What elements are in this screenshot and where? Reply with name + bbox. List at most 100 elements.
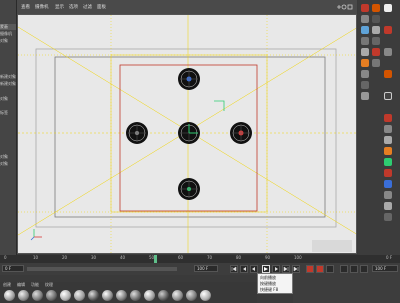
snap-icon[interactable] bbox=[384, 136, 392, 144]
timeline-tick: 40 bbox=[120, 255, 126, 260]
deformer-icon[interactable] bbox=[361, 59, 369, 67]
script-icon[interactable] bbox=[384, 147, 392, 155]
viewport-menu-panel[interactable]: 面板 bbox=[97, 4, 106, 10]
prev-key-button[interactable] bbox=[240, 265, 248, 273]
timeline-tick: 100 bbox=[294, 255, 302, 260]
target-marker bbox=[214, 100, 225, 111]
tooltip-line: 快捷键 F8 bbox=[260, 287, 279, 292]
timeline-tick: 0 bbox=[4, 255, 7, 260]
sphere-icon[interactable] bbox=[361, 15, 369, 23]
end-frame-field[interactable]: 100 F bbox=[194, 265, 218, 272]
timeline-ruler[interactable]: 0 10 20 30 40 50 60 70 80 90 100 0 F bbox=[0, 255, 400, 263]
material-swatch[interactable] bbox=[46, 290, 57, 301]
scale-key-button[interactable] bbox=[350, 265, 358, 273]
object-list-item[interactable]: 蒙蔽 bbox=[0, 24, 16, 30]
select-icon[interactable] bbox=[372, 37, 380, 45]
layer-icon[interactable] bbox=[384, 92, 392, 100]
light-icon[interactable] bbox=[361, 37, 369, 45]
timeline-icon[interactable] bbox=[384, 125, 392, 133]
generator-icon[interactable] bbox=[361, 81, 369, 89]
start-frame-field[interactable]: 0 F bbox=[2, 265, 24, 272]
mograph-icon[interactable] bbox=[384, 169, 392, 177]
keyframe-selection-button[interactable] bbox=[326, 265, 334, 273]
dynamics-icon[interactable] bbox=[384, 180, 392, 188]
camera-icon[interactable] bbox=[361, 26, 369, 34]
material-swatch[interactable] bbox=[74, 290, 85, 301]
record-key-button[interactable] bbox=[306, 265, 314, 273]
object-list-item[interactable]: 对象 bbox=[0, 38, 16, 44]
viewport-nav-icons[interactable] bbox=[335, 3, 353, 11]
transport-bar: 0 F 100 F 100 F bbox=[0, 263, 400, 275]
preview-range-slider[interactable] bbox=[27, 267, 177, 271]
viewport-menu-camera[interactable]: 摄像机 bbox=[35, 4, 49, 10]
object-list-item[interactable]: 对象 bbox=[0, 154, 16, 160]
timeline-tick: 20 bbox=[62, 255, 68, 260]
object-list-item[interactable]: 对象 bbox=[0, 161, 16, 167]
viewport-menubar: 查看 摄像机 显示 选项 过滤 面板 bbox=[17, 0, 357, 14]
material-menu-edit[interactable]: 编辑 bbox=[17, 282, 25, 288]
material-swatch[interactable] bbox=[130, 290, 141, 301]
object-list-item[interactable]: 标签 bbox=[0, 110, 16, 116]
bodypaint-icon[interactable] bbox=[384, 213, 392, 221]
material-swatch[interactable] bbox=[116, 290, 127, 301]
move-icon[interactable] bbox=[372, 4, 380, 12]
viewport-menu-view[interactable]: 查看 bbox=[21, 4, 30, 10]
tag-icon[interactable] bbox=[384, 70, 392, 78]
play-forward-button[interactable] bbox=[262, 265, 270, 273]
render-icon[interactable] bbox=[384, 4, 392, 12]
next-frame-button[interactable] bbox=[272, 265, 280, 273]
material-swatch[interactable] bbox=[60, 290, 71, 301]
play-tooltip: 向前播放 按键播放 快捷键 F8 bbox=[257, 273, 293, 294]
3d-viewport[interactable] bbox=[17, 14, 357, 254]
material-menu-create[interactable]: 创建 bbox=[3, 282, 11, 288]
object-list-item[interactable]: 新建对象 bbox=[0, 81, 16, 87]
spline-icon[interactable] bbox=[361, 70, 369, 78]
playhead[interactable] bbox=[154, 255, 157, 263]
light-center bbox=[178, 122, 200, 144]
material-swatch[interactable] bbox=[18, 290, 29, 301]
settings-icon[interactable] bbox=[384, 48, 392, 56]
material-swatch[interactable] bbox=[200, 290, 211, 301]
null-icon[interactable] bbox=[361, 48, 369, 56]
autokey-button[interactable] bbox=[316, 265, 324, 273]
next-key-button[interactable] bbox=[282, 265, 290, 273]
viewport-menu-filter[interactable]: 过滤 bbox=[83, 4, 92, 10]
material-icon[interactable] bbox=[384, 26, 392, 34]
timeline-tick: 90 bbox=[265, 255, 271, 260]
sketch-icon[interactable] bbox=[384, 202, 392, 210]
plugin-icon[interactable] bbox=[384, 158, 392, 166]
axis-gizmo bbox=[30, 229, 42, 241]
environment-icon[interactable] bbox=[361, 92, 369, 100]
material-swatch[interactable] bbox=[186, 290, 197, 301]
material-swatch[interactable] bbox=[88, 290, 99, 301]
go-to-start-button[interactable] bbox=[230, 265, 238, 273]
prev-frame-button[interactable] bbox=[250, 265, 258, 273]
fps-field[interactable]: 100 F bbox=[372, 265, 398, 272]
viewport-menu-display[interactable]: 显示 bbox=[55, 4, 64, 10]
light-left bbox=[126, 122, 148, 144]
scale-icon[interactable] bbox=[372, 15, 380, 23]
object-list-item[interactable]: 新建对象 bbox=[0, 74, 16, 80]
object-list-item[interactable]: 摄像机 bbox=[0, 31, 16, 37]
material-swatch[interactable] bbox=[144, 290, 155, 301]
viewport-menu-options[interactable]: 选项 bbox=[69, 4, 78, 10]
object-manager-panel: 蒙蔽 摄像机 对象 新建对象 新建对象 对象 标签 对象 对象 bbox=[0, 0, 17, 255]
material-menu-function[interactable]: 功能 bbox=[31, 282, 39, 288]
viewport-info-box bbox=[312, 240, 352, 252]
material-swatch[interactable] bbox=[158, 290, 169, 301]
rotation-key-button[interactable] bbox=[360, 265, 368, 273]
record-icon[interactable] bbox=[384, 114, 392, 122]
brush-icon[interactable] bbox=[372, 48, 380, 56]
material-swatch[interactable] bbox=[172, 290, 183, 301]
material-swatch[interactable] bbox=[32, 290, 43, 301]
rotate-icon[interactable] bbox=[372, 26, 380, 34]
material-swatch[interactable] bbox=[102, 290, 113, 301]
go-to-end-button[interactable] bbox=[292, 265, 300, 273]
material-swatch[interactable] bbox=[4, 290, 15, 301]
hair-icon[interactable] bbox=[384, 191, 392, 199]
cube-icon[interactable] bbox=[361, 4, 369, 12]
object-list-item[interactable]: 对象 bbox=[0, 96, 16, 102]
position-key-button[interactable] bbox=[340, 265, 348, 273]
knife-icon[interactable] bbox=[372, 59, 380, 67]
material-menu-texture[interactable]: 纹理 bbox=[45, 282, 53, 288]
